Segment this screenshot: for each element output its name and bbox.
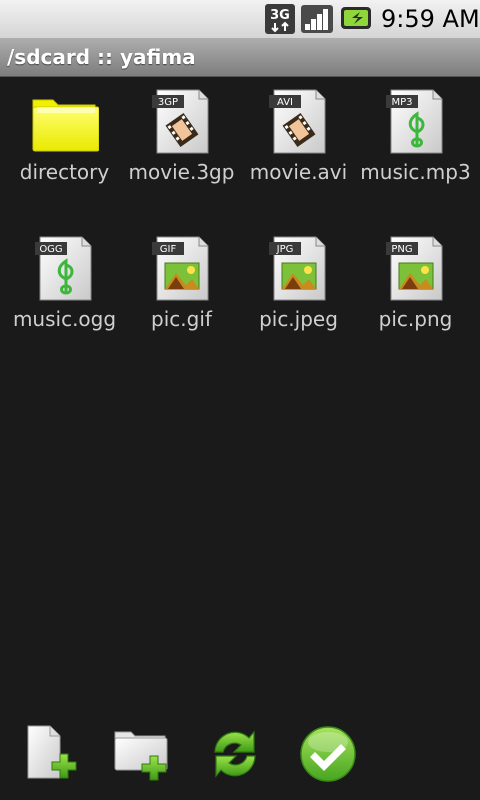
new-folder-icon[interactable] [112, 724, 172, 784]
clock-time: 9:59 AM [381, 5, 480, 33]
file-label: pic.gif [151, 307, 212, 331]
file-type-badge: MP3 [391, 97, 412, 108]
title-bar: /sdcard :: yafima [0, 38, 480, 77]
video-file-icon: AVI [269, 89, 326, 154]
folder-icon [32, 99, 99, 152]
current-path-title: /sdcard :: yafima [7, 45, 196, 69]
checkmark-icon[interactable] [298, 724, 358, 784]
file-label: pic.png [378, 307, 453, 331]
image-file-icon: PNG [386, 236, 443, 301]
file-label: movie.avi [249, 160, 348, 184]
signal-strength-icon [301, 5, 333, 33]
audio-file-icon: MP3 [386, 89, 443, 154]
file-type-badge: 3GP [158, 97, 178, 108]
network-label: 3G [270, 8, 290, 23]
network-3g-icon: 3G [265, 4, 295, 34]
image-file-icon: JPG [269, 236, 326, 301]
file-type-badge: AVI [277, 97, 293, 108]
audio-file-icon: OGG [35, 236, 92, 301]
battery-charging-icon [341, 7, 371, 29]
image-file-icon: GIF [152, 236, 209, 301]
video-file-icon: 3GP [152, 89, 209, 154]
file-label: directory [19, 160, 110, 184]
file-type-badge: PNG [391, 244, 412, 255]
file-type-badge: GIF [160, 244, 177, 255]
file-label: movie.3gp [128, 160, 235, 184]
file-type-badge: OGG [39, 244, 62, 255]
new-file-icon[interactable] [22, 724, 82, 784]
file-label: music.ogg [12, 307, 117, 331]
file-type-badge: JPG [276, 244, 294, 255]
file-label: music.mp3 [360, 160, 471, 184]
refresh-icon[interactable] [205, 724, 265, 784]
status-bar: 3G 9:59 AM [0, 0, 480, 38]
file-label: pic.jpeg [259, 307, 338, 331]
